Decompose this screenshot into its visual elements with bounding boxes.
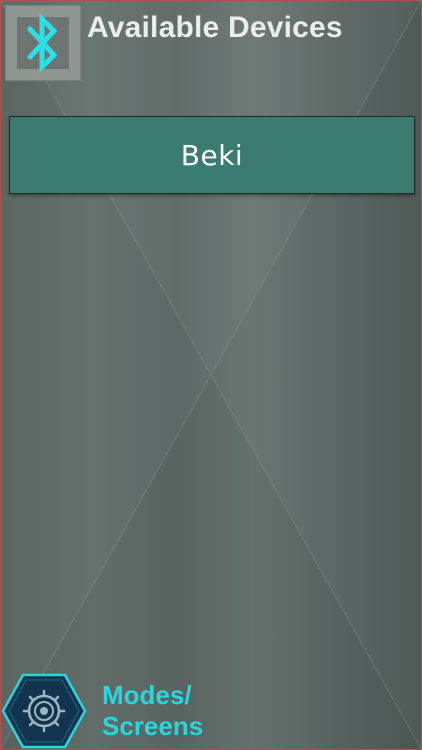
modes-screens-button[interactable] xyxy=(1,673,87,749)
modes-label-line2: Screens xyxy=(102,711,204,741)
device-name: Beki xyxy=(180,138,244,172)
settings-gear-icon xyxy=(1,673,87,749)
background-x-pattern xyxy=(1,1,421,749)
modes-screens-label[interactable]: Modes/ Screens xyxy=(102,680,203,742)
bluetooth-icon xyxy=(27,12,58,74)
app-screen: Available Devices Beki Modes/ Screens xyxy=(0,0,422,750)
bluetooth-button[interactable] xyxy=(5,5,81,81)
device-item[interactable]: Beki xyxy=(9,116,415,194)
page-title: Available Devices xyxy=(87,11,343,44)
bluetooth-button-inner xyxy=(17,12,69,74)
modes-label-line1: Modes/ xyxy=(102,680,192,710)
